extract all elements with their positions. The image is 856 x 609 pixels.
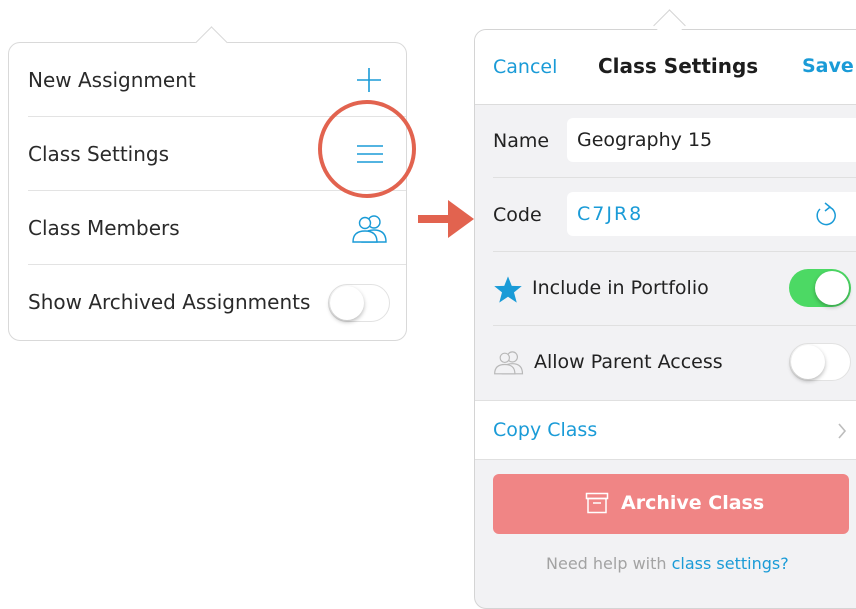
code-field: C7JR8 bbox=[567, 192, 856, 236]
parent-access-row: Allow Parent Access bbox=[493, 326, 856, 400]
highlight-circle bbox=[318, 100, 416, 198]
archive-class-button[interactable]: Archive Class bbox=[493, 474, 849, 534]
menu-item-show-archived[interactable]: Show Archived Assignments bbox=[28, 265, 406, 339]
name-value: Geography 15 bbox=[577, 129, 713, 151]
panel-title: Class Settings bbox=[598, 54, 759, 78]
name-row: Name Geography 15 bbox=[493, 104, 856, 178]
include-portfolio-label: Include in Portfolio bbox=[532, 277, 709, 299]
archive-box-icon bbox=[585, 492, 609, 514]
code-row: Code C7JR8 bbox=[493, 178, 856, 252]
copy-class-row[interactable]: Copy Class bbox=[475, 400, 856, 460]
include-portfolio-row: Include in Portfolio bbox=[493, 252, 856, 326]
parent-access-toggle[interactable] bbox=[789, 343, 851, 381]
name-label: Name bbox=[493, 130, 550, 152]
menu-item-label: Show Archived Assignments bbox=[28, 290, 311, 314]
people-icon bbox=[493, 348, 525, 376]
toggle-knob bbox=[791, 345, 825, 379]
help-text: Need help with class settings? bbox=[546, 554, 789, 573]
chevron-right-icon bbox=[837, 423, 847, 439]
refresh-icon[interactable] bbox=[814, 202, 838, 228]
toggle-knob bbox=[815, 271, 849, 305]
menu-item-label: Class Settings bbox=[28, 141, 170, 166]
toggle-knob bbox=[330, 286, 364, 320]
save-button[interactable]: Save bbox=[802, 55, 854, 77]
archive-class-label: Archive Class bbox=[621, 492, 765, 514]
code-value: C7JR8 bbox=[577, 203, 644, 225]
menu-item-label: Class Members bbox=[28, 215, 180, 240]
include-portfolio-toggle[interactable] bbox=[789, 269, 851, 307]
help-link[interactable]: class settings? bbox=[672, 554, 789, 573]
parent-access-label: Allow Parent Access bbox=[534, 351, 723, 373]
code-label: Code bbox=[493, 204, 542, 226]
name-field[interactable]: Geography 15 bbox=[567, 118, 856, 162]
show-archived-toggle[interactable] bbox=[328, 284, 390, 322]
nav-bar: Cancel Class Settings Save bbox=[475, 30, 856, 105]
help-prefix: Need help with bbox=[546, 554, 672, 573]
people-icon bbox=[351, 213, 389, 243]
copy-class-label: Copy Class bbox=[493, 419, 598, 441]
plus-icon bbox=[356, 67, 382, 93]
star-icon bbox=[493, 275, 523, 304]
annotation-arrow bbox=[418, 198, 476, 240]
cancel-button[interactable]: Cancel bbox=[493, 56, 557, 78]
class-settings-panel: Cancel Class Settings Save Name Geograph… bbox=[474, 29, 856, 609]
menu-item-label: New Assignment bbox=[28, 67, 196, 92]
menu-item-class-members[interactable]: Class Members bbox=[28, 191, 406, 265]
